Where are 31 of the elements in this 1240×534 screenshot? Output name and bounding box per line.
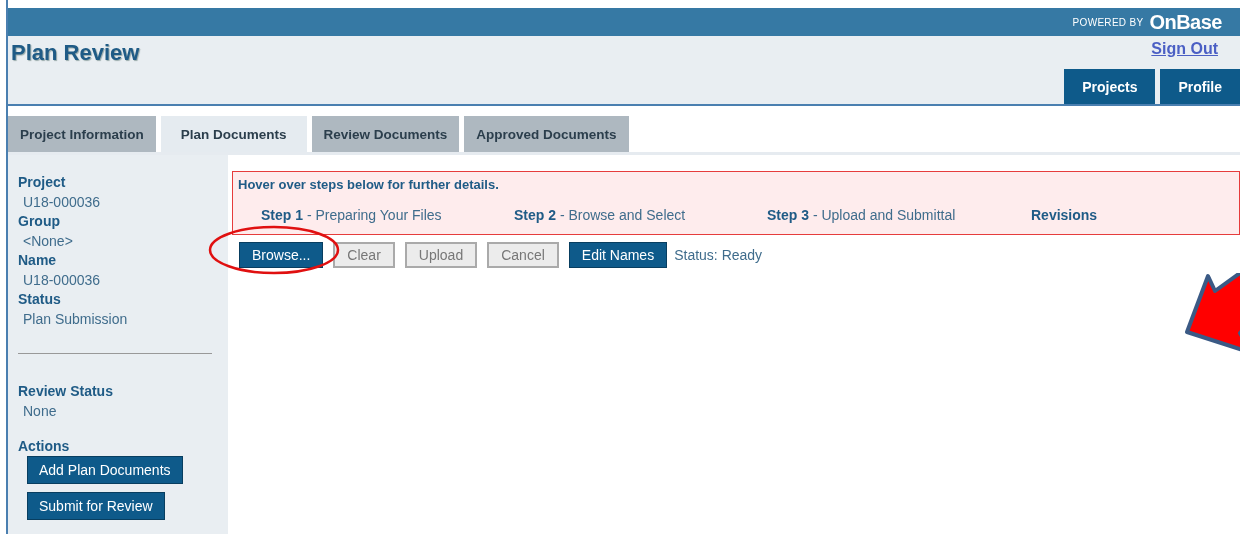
field-value: Plan Submission xyxy=(23,310,129,329)
field-label: Status xyxy=(18,290,62,309)
page-title: Plan Review xyxy=(11,40,140,66)
field-value: U18-000036 xyxy=(23,193,102,212)
step-link[interactable]: Step 3 - Upload and Submittal xyxy=(767,207,1031,223)
nav-button[interactable]: Profile xyxy=(1160,69,1240,104)
field-label: Group xyxy=(18,212,61,231)
toolbar-button[interactable]: Browse... xyxy=(239,242,324,268)
nav-button[interactable]: Projects xyxy=(1064,69,1156,104)
powered-by-label: POWERED BY xyxy=(1072,16,1144,28)
tab[interactable]: Review Documents xyxy=(311,116,460,152)
toolbar-button[interactable]: Edit Names xyxy=(568,242,668,268)
tab[interactable]: Approved Documents xyxy=(464,116,629,152)
tab[interactable]: Project Information xyxy=(8,116,156,152)
tab[interactable]: Plan Documents xyxy=(160,116,307,152)
step-link[interactable]: Step 2 - Browse and Select xyxy=(514,207,767,223)
field-label: Review Status xyxy=(18,382,114,401)
instructions-heading: Hover over steps below for further details. xyxy=(238,177,499,192)
field-label: Project xyxy=(18,173,67,192)
action-button[interactable]: Submit for Review xyxy=(27,492,165,520)
status-text: Status: Ready xyxy=(674,247,763,263)
actions-label: Actions xyxy=(18,437,71,456)
field-value: <None> xyxy=(23,232,74,251)
step-link[interactable]: Step 1 - Preparing Your Files xyxy=(261,207,514,223)
brand-logo: OnBase xyxy=(1149,10,1222,34)
field-label: Name xyxy=(18,251,58,270)
sign-out-link[interactable]: Sign Out xyxy=(1151,40,1218,58)
action-button[interactable]: Add Plan Documents xyxy=(27,456,183,484)
step-link[interactable]: Revisions xyxy=(1031,207,1231,223)
field-value: None xyxy=(23,402,58,421)
field-value: U18-000036 xyxy=(23,271,102,290)
